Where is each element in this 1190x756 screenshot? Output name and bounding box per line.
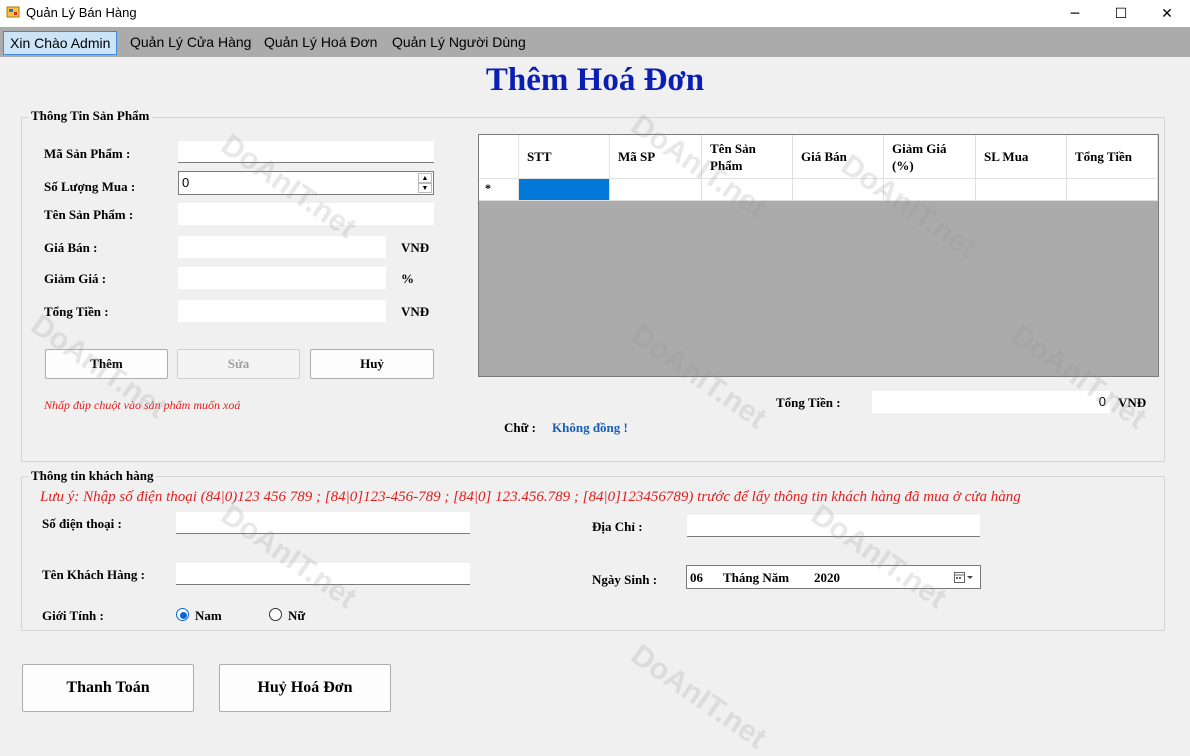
- product-grid[interactable]: STT Mã SP Tên Sản Phẩm Giá Bán Giảm Giá …: [478, 134, 1159, 377]
- menu-quan-ly-nguoi-dung[interactable]: Quản Lý Người Dùng: [386, 31, 532, 55]
- gia-ban-label: Giá Bán :: [44, 240, 98, 255]
- ngay-sinh-month[interactable]: Tháng Năm: [723, 570, 789, 586]
- so-luong-label: Số Lượng Mua :: [44, 179, 136, 194]
- col-stt[interactable]: STT: [519, 135, 610, 179]
- huy-hoa-don-button[interactable]: Huỷ Hoá Đơn: [219, 664, 391, 712]
- product-group-title: Thông Tin Sản Phẩm: [28, 108, 153, 124]
- title-bar: [0, 0, 1190, 27]
- cell-stt-selected[interactable]: [519, 179, 610, 201]
- cell-sl-mua[interactable]: [976, 179, 1067, 201]
- gia-ban-input[interactable]: [178, 236, 386, 258]
- cell-gia-ban[interactable]: [793, 179, 884, 201]
- window-title: Quản Lý Bán Hàng: [26, 5, 137, 20]
- phone-hint: Lưu ý: Nhập số điện thoại (84|0)123 456 …: [40, 489, 1021, 505]
- delete-hint: Nhấp đúp chuột vào sản phẩm muốn xoá: [44, 398, 241, 412]
- ma-sp-label: Mã Sản Phẩm :: [44, 146, 131, 161]
- minimize-button[interactable]: ─: [1052, 0, 1098, 27]
- tong-tien-sp-input[interactable]: [178, 300, 386, 322]
- new-row-marker: *: [479, 179, 519, 201]
- chu-label: Chữ :: [504, 420, 536, 435]
- table-row[interactable]: *: [479, 179, 1158, 201]
- stepper-down-icon[interactable]: ▼: [418, 183, 432, 193]
- dia-chi-label: Địa Chỉ :: [592, 519, 643, 534]
- ten-sp-input[interactable]: [178, 203, 434, 225]
- cell-ten-sp[interactable]: [702, 179, 793, 201]
- ngay-sinh-day[interactable]: 06: [690, 570, 703, 586]
- them-button[interactable]: Thêm: [45, 349, 168, 379]
- sua-button[interactable]: Sửa: [177, 349, 300, 379]
- so-luong-stepper[interactable]: 0 ▲ ▼: [178, 171, 434, 195]
- tong-tien-sp-label: Tổng Tiền :: [44, 304, 109, 319]
- menu-xin-chao-admin[interactable]: Xin Chào Admin: [3, 31, 118, 55]
- col-sl-mua[interactable]: SL Mua: [976, 135, 1067, 179]
- so-luong-value: 0: [182, 175, 190, 190]
- radio-nam[interactable]: [176, 608, 189, 621]
- col-tong-tien[interactable]: Tổng Tiền: [1067, 135, 1158, 179]
- tong-tien-total-unit: VNĐ: [1118, 395, 1147, 410]
- sdt-input[interactable]: [176, 512, 470, 534]
- close-button[interactable]: ✕: [1144, 0, 1190, 27]
- giam-gia-unit: %: [401, 271, 414, 286]
- thanh-toan-button[interactable]: Thanh Toán: [22, 664, 194, 712]
- nu-label[interactable]: Nữ: [288, 608, 305, 624]
- cell-giam-gia[interactable]: [884, 179, 976, 201]
- chu-value: Không đồng !: [552, 420, 628, 435]
- col-gia-ban[interactable]: Giá Bán: [793, 135, 884, 179]
- ngay-sinh-datepicker[interactable]: 06 Tháng Năm 2020: [686, 565, 981, 589]
- ten-kh-input[interactable]: [176, 563, 470, 585]
- calendar-dropdown-icon[interactable]: [954, 571, 974, 584]
- sdt-label: Số điện thoại :: [42, 516, 122, 531]
- giam-gia-label: Giảm Giá :: [44, 271, 107, 286]
- grid-header: STT Mã SP Tên Sản Phẩm Giá Bán Giảm Giá …: [479, 135, 1158, 179]
- cell-ma-sp[interactable]: [610, 179, 702, 201]
- cell-tong-tien[interactable]: [1067, 179, 1158, 201]
- menu-quan-ly-cua-hang[interactable]: Quản Lý Cửa Hàng: [124, 31, 257, 55]
- giam-gia-input[interactable]: [178, 267, 386, 289]
- tong-tien-total-label: Tổng Tiền :: [776, 395, 841, 410]
- customer-group-title: Thông tin khách hàng: [28, 468, 157, 484]
- tong-tien-total-value: 0: [872, 391, 1110, 413]
- stepper-up-icon[interactable]: ▲: [418, 173, 432, 183]
- gioi-tinh-label: Giới Tính :: [42, 608, 104, 623]
- huy-button[interactable]: Huỷ: [310, 349, 434, 379]
- maximize-button[interactable]: ☐: [1098, 0, 1144, 27]
- app-icon: [6, 6, 20, 18]
- page-title: Thêm Hoá Đơn: [485, 62, 705, 98]
- tong-tien-sp-unit: VNĐ: [401, 304, 430, 319]
- col-ma-sp[interactable]: Mã SP: [610, 135, 702, 179]
- nam-label[interactable]: Nam: [195, 608, 222, 624]
- ngay-sinh-label: Ngày Sinh :: [592, 572, 658, 587]
- col-ten-sp[interactable]: Tên Sản Phẩm: [702, 135, 793, 179]
- ngay-sinh-year[interactable]: 2020: [814, 570, 840, 586]
- menu-quan-ly-hoa-don[interactable]: Quản Lý Hoá Đơn: [258, 31, 383, 55]
- col-giam-gia[interactable]: Giảm Giá (%): [884, 135, 976, 179]
- watermark: DoAnIT.net: [624, 638, 773, 756]
- gia-ban-unit: VNĐ: [401, 240, 430, 255]
- grid-row-header-corner: [479, 135, 519, 179]
- dia-chi-input[interactable]: [687, 515, 980, 537]
- radio-nu[interactable]: [269, 608, 282, 621]
- ma-sp-input[interactable]: [178, 141, 434, 163]
- ten-kh-label: Tên Khách Hàng :: [42, 567, 145, 582]
- ten-sp-label: Tên Sản Phẩm :: [44, 207, 134, 222]
